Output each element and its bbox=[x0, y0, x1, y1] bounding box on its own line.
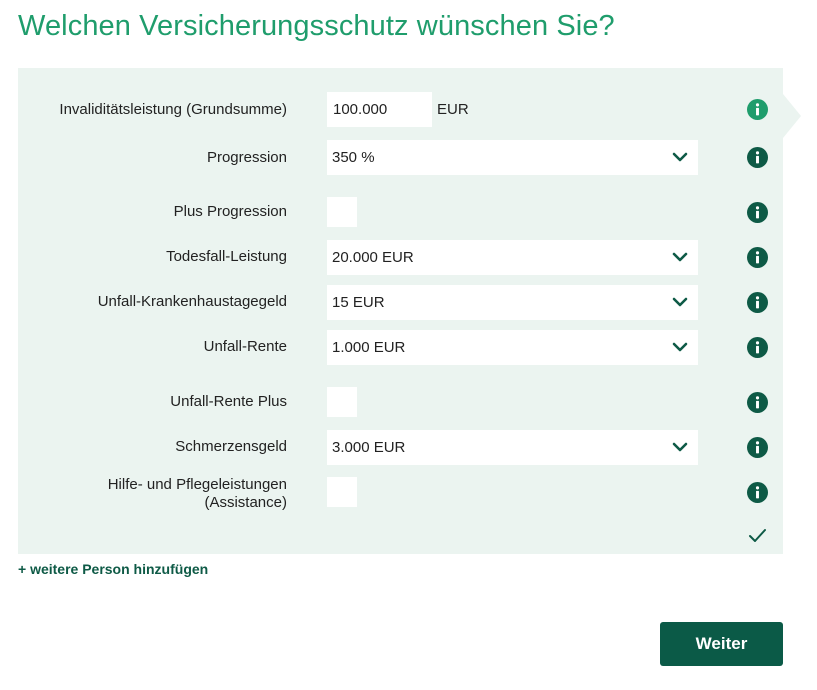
invaliditaetsleistung-label: Invaliditätsleistung (Grundsumme) bbox=[59, 101, 287, 118]
unfall-rente-plus-label: Unfall-Rente Plus bbox=[170, 393, 287, 410]
info-icon[interactable] bbox=[747, 437, 768, 458]
info-icon[interactable] bbox=[747, 147, 768, 168]
schmerzensgeld-select[interactable]: 3.000 EUR bbox=[327, 430, 698, 465]
row-schmerzensgeld: Schmerzensgeld 3.000 EUR bbox=[18, 430, 783, 465]
hilfe-pflegeleistungen-checkbox[interactable] bbox=[327, 477, 357, 507]
schmerzensgeld-label: Schmerzensgeld bbox=[175, 438, 287, 455]
chevron-down-icon bbox=[672, 152, 688, 162]
row-todesfall-leistung: Todesfall-Leistung 20.000 EUR bbox=[18, 240, 783, 275]
todesfall-leistung-value: 20.000 EUR bbox=[332, 249, 414, 266]
info-icon[interactable] bbox=[747, 292, 768, 313]
row-plus-progression: Plus Progression bbox=[18, 197, 783, 227]
todesfall-leistung-label: Todesfall-Leistung bbox=[166, 248, 287, 265]
row-unfall-krankenhaustagegeld: Unfall-Krankenhaustagegeld 15 EUR bbox=[18, 285, 783, 320]
unfall-rente-plus-checkbox[interactable] bbox=[327, 387, 357, 417]
panel-pointer-arrow bbox=[783, 94, 801, 138]
row-progression: Progression 350 % bbox=[18, 140, 783, 175]
chevron-down-icon bbox=[672, 442, 688, 452]
weiter-button[interactable]: Weiter bbox=[660, 622, 783, 666]
unfall-krankenhaustagegeld-label: Unfall-Krankenhaustagegeld bbox=[97, 293, 287, 310]
invaliditaetsleistung-unit: EUR bbox=[437, 101, 469, 118]
info-icon[interactable] bbox=[747, 247, 768, 268]
hilfe-pflegeleistungen-label-line1: Hilfe- und Pflegeleistungen bbox=[107, 476, 287, 493]
progression-value: 350 % bbox=[332, 149, 375, 166]
chevron-down-icon bbox=[672, 297, 688, 307]
checkmark-icon bbox=[749, 529, 766, 542]
info-icon[interactable] bbox=[747, 99, 768, 120]
unfall-rente-value: 1.000 EUR bbox=[332, 339, 406, 356]
plus-progression-checkbox[interactable] bbox=[327, 197, 357, 227]
invaliditaetsleistung-input[interactable] bbox=[327, 92, 432, 127]
progression-label: Progression bbox=[206, 149, 287, 166]
todesfall-leistung-select[interactable]: 20.000 EUR bbox=[327, 240, 698, 275]
info-icon[interactable] bbox=[747, 392, 768, 413]
unfall-rente-select[interactable]: 1.000 EUR bbox=[327, 330, 698, 365]
plus-progression-label: Plus Progression bbox=[173, 203, 287, 220]
row-unfall-rente-plus: Unfall-Rente Plus bbox=[18, 387, 783, 417]
hilfe-pflegeleistungen-label-line2: (Assistance) bbox=[204, 494, 287, 511]
add-person-link[interactable]: + weitere Person hinzufügen bbox=[18, 561, 208, 577]
chevron-down-icon bbox=[672, 252, 688, 262]
progression-select[interactable]: 350 % bbox=[327, 140, 698, 175]
unfall-rente-label: Unfall-Rente bbox=[203, 338, 287, 355]
info-icon[interactable] bbox=[747, 482, 768, 503]
page-title: Welchen Versicherungsschutz wünschen Sie… bbox=[18, 10, 615, 42]
info-icon[interactable] bbox=[747, 337, 768, 358]
unfall-krankenhaustagegeld-value: 15 EUR bbox=[332, 294, 385, 311]
coverage-panel: Invaliditätsleistung (Grundsumme) EUR Pr… bbox=[18, 68, 783, 554]
chevron-down-icon bbox=[672, 342, 688, 352]
unfall-krankenhaustagegeld-select[interactable]: 15 EUR bbox=[327, 285, 698, 320]
hilfe-pflegeleistungen-label: Hilfe- und Pflegeleistungen (Assistance) bbox=[27, 476, 287, 512]
info-icon[interactable] bbox=[747, 202, 768, 223]
row-unfall-rente: Unfall-Rente 1.000 EUR bbox=[18, 330, 783, 365]
row-invaliditaetsleistung: Invaliditätsleistung (Grundsumme) EUR bbox=[18, 92, 783, 127]
schmerzensgeld-value: 3.000 EUR bbox=[332, 439, 406, 456]
row-hilfe-pflegeleistungen: Hilfe- und Pflegeleistungen (Assistance) bbox=[18, 476, 783, 512]
